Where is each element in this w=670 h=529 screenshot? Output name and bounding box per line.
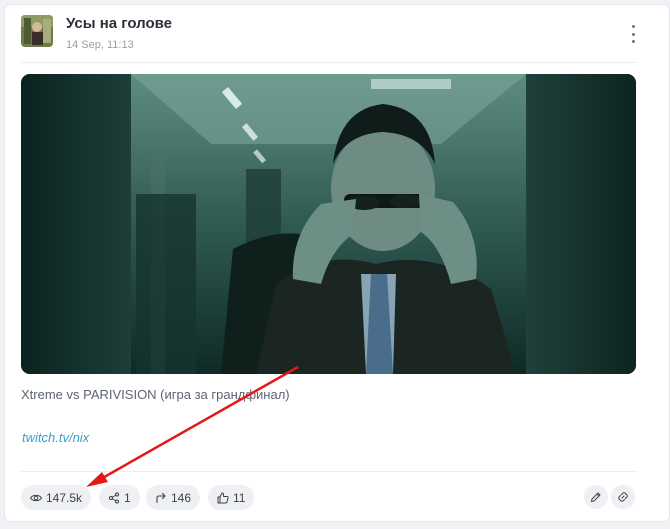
share-icon	[108, 492, 120, 504]
post-date: 14 Sep, 11:13	[66, 39, 134, 51]
eye-icon	[30, 492, 42, 504]
thumbs-up-icon	[217, 492, 229, 504]
footer-divider	[21, 471, 637, 472]
more-vertical-icon[interactable]	[625, 25, 641, 43]
post-caption: Xtreme vs PARIVISION (игра за грандфинал…	[21, 387, 290, 402]
likes-counter[interactable]: 11	[208, 485, 255, 510]
forward-arrow-icon	[155, 492, 167, 504]
pencil-icon[interactable]	[584, 485, 608, 509]
views-counter[interactable]: 147.5k	[21, 485, 92, 510]
forwards-count: 146	[171, 490, 192, 505]
channel-avatar[interactable]	[21, 15, 53, 47]
post-photo[interactable]	[21, 74, 636, 374]
link-icon[interactable]	[611, 485, 635, 509]
post-link[interactable]: twitch.tv/nix	[22, 430, 89, 445]
views-count: 147.5k	[46, 490, 83, 505]
forwards-counter[interactable]: 146	[146, 485, 201, 510]
header-divider	[21, 62, 637, 63]
post-card: Усы на голове 14 Sep, 11:13 Xtreme vs PA…	[4, 4, 670, 522]
channel-name[interactable]: Усы на голове	[66, 15, 172, 32]
likes-count: 11	[233, 490, 246, 505]
shares-count: 1	[124, 490, 131, 505]
shares-counter[interactable]: 1	[99, 485, 140, 510]
